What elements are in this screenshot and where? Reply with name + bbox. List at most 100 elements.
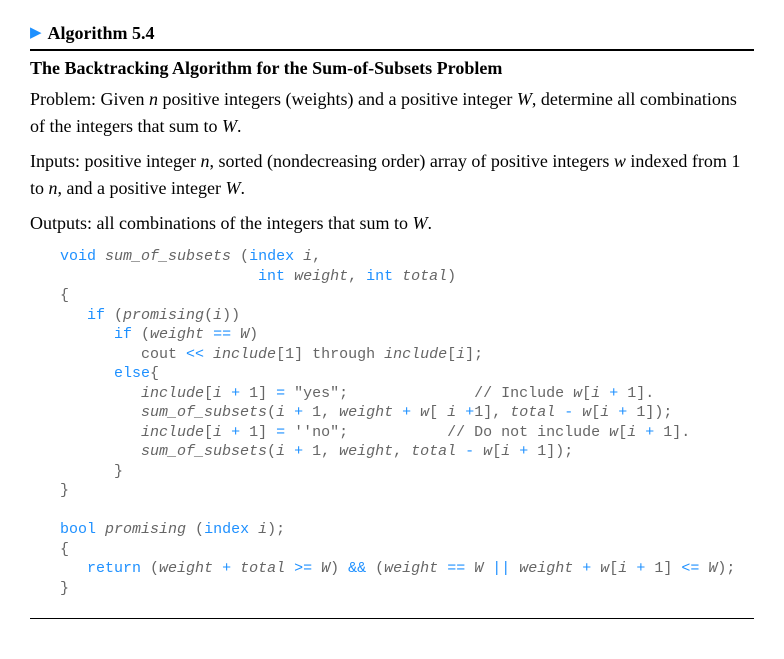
op: + bbox=[636, 560, 645, 577]
kw-void: void bbox=[60, 248, 96, 265]
c: } bbox=[60, 580, 69, 597]
var: weight bbox=[150, 326, 213, 343]
fn-name: sum_of_subsets bbox=[96, 248, 240, 265]
c: [1] through bbox=[276, 346, 384, 363]
op: + bbox=[618, 404, 627, 421]
var: i bbox=[249, 521, 267, 538]
c: [ bbox=[429, 404, 447, 421]
var: i bbox=[447, 404, 465, 421]
c: ) bbox=[447, 268, 456, 285]
var: include bbox=[141, 424, 204, 441]
var: weight bbox=[339, 443, 393, 460]
var-n: n bbox=[149, 89, 158, 109]
var: weight bbox=[285, 268, 348, 285]
c: ( bbox=[240, 248, 249, 265]
c: 1] bbox=[240, 424, 276, 441]
var-W: W bbox=[222, 116, 237, 136]
c: [ bbox=[492, 443, 501, 460]
text: positive integers (weights) and a positi… bbox=[158, 89, 517, 109]
var: total bbox=[411, 443, 465, 460]
op: - bbox=[564, 404, 573, 421]
c: cout bbox=[60, 346, 186, 363]
divider-bottom bbox=[30, 618, 754, 619]
var: i bbox=[213, 424, 231, 441]
text: Problem: Given bbox=[30, 89, 149, 109]
c: } bbox=[60, 463, 123, 480]
c: ( bbox=[141, 560, 159, 577]
kw-else: else bbox=[114, 365, 150, 382]
text: . bbox=[240, 178, 245, 198]
op: + bbox=[465, 404, 474, 421]
op: <= bbox=[681, 560, 699, 577]
var: W bbox=[699, 560, 717, 577]
op: + bbox=[609, 385, 618, 402]
var-w: w bbox=[614, 151, 626, 171]
var: i bbox=[501, 443, 519, 460]
c: [ bbox=[582, 385, 591, 402]
c: [ bbox=[609, 560, 618, 577]
c bbox=[60, 268, 258, 285]
var: weight bbox=[384, 560, 447, 577]
var: W bbox=[312, 560, 330, 577]
c: "yes"; // Include bbox=[285, 385, 573, 402]
algorithm-name: The Backtracking Algorithm for the Sum-o… bbox=[30, 55, 754, 82]
var: i bbox=[600, 404, 618, 421]
c bbox=[60, 560, 87, 577]
var: i bbox=[591, 385, 609, 402]
code-listing: void sum_of_subsets (index i, int weight… bbox=[60, 247, 754, 598]
kw-int: int bbox=[258, 268, 285, 285]
var: w bbox=[411, 404, 429, 421]
kw-int: int bbox=[366, 268, 393, 285]
op: >= bbox=[294, 560, 312, 577]
c: 1]); bbox=[627, 404, 672, 421]
var: include bbox=[141, 385, 204, 402]
c: ( bbox=[195, 521, 204, 538]
var: i bbox=[618, 560, 636, 577]
outputs-statement: Outputs: all combinations of the integer… bbox=[30, 210, 754, 237]
op: + bbox=[294, 443, 303, 460]
op: << bbox=[186, 346, 204, 363]
c: 1]. bbox=[618, 385, 654, 402]
algorithm-number: Algorithm 5.4 bbox=[48, 20, 155, 47]
c: ( bbox=[366, 560, 384, 577]
c: , bbox=[348, 268, 366, 285]
kw-index: index bbox=[249, 248, 294, 265]
var: include bbox=[204, 346, 276, 363]
var: i bbox=[294, 248, 312, 265]
c: ( bbox=[204, 307, 213, 324]
text: , and a positive integer bbox=[58, 178, 226, 198]
fn-name: promising bbox=[123, 307, 204, 324]
var-n: n bbox=[49, 178, 58, 198]
c: 1] bbox=[645, 560, 681, 577]
text: Outputs: all combinations of the integer… bbox=[30, 213, 412, 233]
op: + bbox=[645, 424, 654, 441]
text: . bbox=[427, 213, 432, 233]
c: 1], bbox=[474, 404, 510, 421]
kw-if: if bbox=[87, 307, 105, 324]
op: + bbox=[222, 560, 231, 577]
c: 1] bbox=[240, 385, 276, 402]
var: i bbox=[456, 346, 465, 363]
text: . bbox=[237, 116, 242, 136]
var: i bbox=[213, 307, 222, 324]
fn-name: promising bbox=[96, 521, 195, 538]
inputs-statement: Inputs: positive integer n, sorted (nond… bbox=[30, 148, 754, 202]
c: , bbox=[393, 443, 411, 460]
kw-if: if bbox=[114, 326, 132, 343]
var: W bbox=[231, 326, 249, 343]
var: W bbox=[465, 560, 492, 577]
c: [ bbox=[591, 404, 600, 421]
kw-bool: bool bbox=[60, 521, 96, 538]
var-W: W bbox=[517, 89, 532, 109]
c: [ bbox=[204, 424, 213, 441]
var: i bbox=[627, 424, 645, 441]
var: weight bbox=[510, 560, 582, 577]
c: { bbox=[60, 287, 69, 304]
kw-return: return bbox=[87, 560, 141, 577]
var: total bbox=[510, 404, 564, 421]
var: total bbox=[393, 268, 447, 285]
c: ( bbox=[267, 443, 276, 460]
triangle-icon: ▶ bbox=[30, 22, 42, 45]
fn-name: sum_of_subsets bbox=[141, 404, 267, 421]
c bbox=[60, 443, 141, 460]
